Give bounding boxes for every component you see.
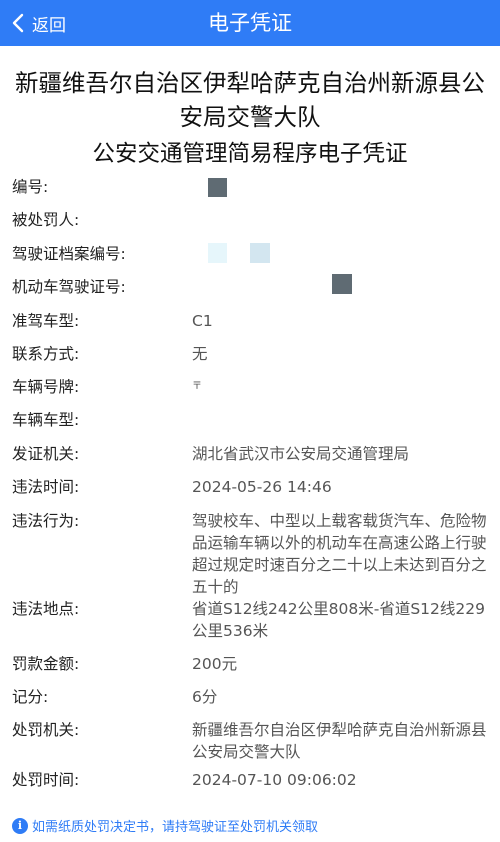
redacted-mosaic bbox=[208, 243, 227, 263]
field-label: 编号: bbox=[12, 178, 49, 196]
field-value bbox=[192, 409, 488, 443]
field-row-fine-amount: 罚款金额: 200元 bbox=[0, 653, 500, 686]
field-label: 准驾车型: bbox=[12, 312, 80, 330]
field-row-penalty-time: 处罚时间: 2024-07-10 09:06:02 bbox=[0, 769, 500, 802]
field-label: 发证机关: bbox=[12, 445, 80, 463]
field-value: 新疆维吾尔自治区伊犁哈萨克自治州新源县公安局交警大队 bbox=[192, 721, 487, 761]
field-value bbox=[192, 243, 488, 276]
field-label: 记分: bbox=[12, 688, 49, 706]
field-row-violator: 被处罚人: bbox=[0, 209, 500, 243]
field-value: 6分 bbox=[192, 688, 218, 706]
field-row-driver-license-number: 机动车驾驶证号: bbox=[0, 274, 500, 310]
field-value: 〒 bbox=[192, 381, 202, 392]
field-label: 机动车驾驶证号: bbox=[12, 278, 126, 296]
redacted-mosaic bbox=[208, 178, 227, 197]
redacted-mosaic bbox=[332, 274, 352, 294]
field-value: 湖北省武汉市公安局交通管理局 bbox=[192, 445, 410, 463]
field-value: 无 bbox=[192, 345, 208, 363]
field-row-license-class: 准驾车型: C1 bbox=[0, 310, 500, 343]
back-button[interactable]: 返回 bbox=[10, 0, 66, 46]
field-row-vehicle-type: 车辆车型: bbox=[0, 409, 500, 443]
field-label: 罚款金额: bbox=[12, 655, 80, 673]
certificate-fields: 编号: 被处罚人: 驾驶证档案编号: 机动车驾驶证号: 准驾车型: C1 联系方… bbox=[0, 176, 500, 802]
notice-text: 如需纸质处罚决定书，请持驾驶证至处罚机关领取 bbox=[32, 820, 319, 835]
page-title: 电子凭证 bbox=[208, 11, 292, 35]
document-title: 公安交通管理简易程序电子凭证 bbox=[92, 141, 408, 167]
field-label: 处罚时间: bbox=[12, 771, 80, 789]
field-value: C1 bbox=[192, 312, 213, 330]
field-row-points: 记分: 6分 bbox=[0, 686, 500, 719]
field-label: 违法地点: bbox=[12, 600, 80, 618]
field-row-plate-number: 车辆号牌: 〒 bbox=[0, 376, 500, 409]
field-row-violation-location: 违法地点: 省道S12线242公里808米-省道S12线229公里536米 bbox=[0, 598, 500, 653]
field-label: 车辆车型: bbox=[12, 411, 80, 429]
field-value: 驾驶校车、中型以上载客载货汽车、危险物品运输车辆以外的机动车在高速公路上行驶超过… bbox=[192, 512, 487, 596]
chevron-left-icon bbox=[12, 13, 24, 33]
field-label: 车辆号牌: bbox=[12, 378, 80, 396]
field-row-contact: 联系方式: 无 bbox=[0, 343, 500, 376]
field-label: 驾驶证档案编号: bbox=[12, 245, 126, 263]
paper-decision-notice: i 如需纸质处罚决定书，请持驾驶证至处罚机关领取 bbox=[12, 816, 318, 835]
field-value bbox=[192, 274, 488, 310]
field-value bbox=[192, 176, 488, 209]
field-value: 200元 bbox=[192, 655, 238, 673]
field-label: 联系方式: bbox=[12, 345, 80, 363]
top-navigation-bar: 返回 电子凭证 bbox=[0, 0, 500, 46]
field-label: 违法行为: bbox=[12, 512, 80, 530]
field-label: 处罚机关: bbox=[12, 721, 80, 739]
field-row-violation-behavior: 违法行为: 驾驶校车、中型以上载客载货汽车、危险物品运输车辆以外的机动车在高速公… bbox=[0, 510, 500, 598]
redacted-mosaic bbox=[250, 243, 270, 263]
back-label: 返回 bbox=[32, 15, 66, 36]
issuing-organization: 新疆维吾尔自治区伊犁哈萨克自治州新源县公安局交警大队 bbox=[15, 69, 485, 131]
field-row-issuing-authority: 发证机关: 湖北省武汉市公安局交通管理局 bbox=[0, 443, 500, 476]
field-value: 2024-07-10 09:06:02 bbox=[192, 771, 357, 789]
field-label: 被处罚人: bbox=[12, 211, 80, 229]
field-value: 省道S12线242公里808米-省道S12线229公里536米 bbox=[192, 600, 485, 640]
info-icon: i bbox=[12, 817, 28, 834]
field-label: 违法时间: bbox=[12, 478, 80, 496]
field-value bbox=[192, 209, 488, 243]
field-row-penalty-authority: 处罚机关: 新疆维吾尔自治区伊犁哈萨克自治州新源县公安局交警大队 bbox=[0, 719, 500, 769]
field-value: 2024-05-26 14:46 bbox=[192, 478, 332, 496]
field-row-number: 编号: bbox=[0, 176, 500, 209]
field-row-violation-time: 违法时间: 2024-05-26 14:46 bbox=[0, 476, 500, 510]
field-row-license-file-number: 驾驶证档案编号: bbox=[0, 243, 500, 276]
